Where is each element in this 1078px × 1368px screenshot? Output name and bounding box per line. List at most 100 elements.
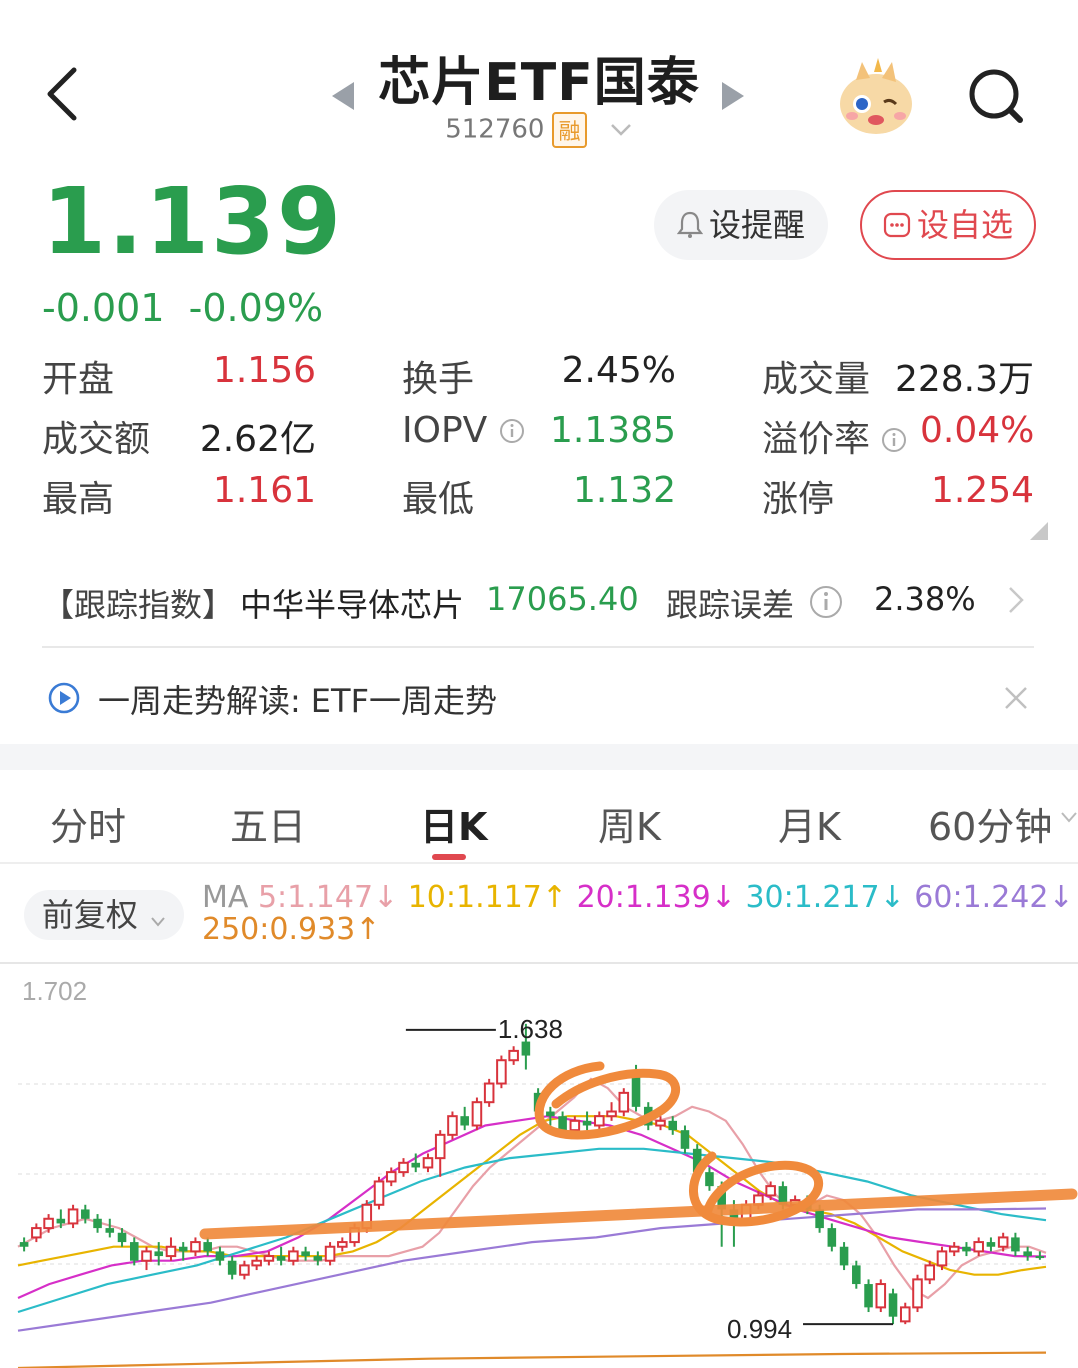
chevron-right-icon[interactable] xyxy=(1006,584,1026,620)
candle-body xyxy=(973,1241,984,1253)
play-icon[interactable] xyxy=(46,680,82,720)
candlestick-chart[interactable]: 1.702 1.638 0.994 xyxy=(0,964,1078,1368)
section-gap xyxy=(0,744,1078,770)
candle-body xyxy=(606,1110,617,1118)
candle-body xyxy=(141,1250,152,1262)
open-value: 1.156 xyxy=(212,350,316,391)
weekly-trend-row[interactable]: 一周走势解读: ETF一周走势 xyxy=(98,676,497,722)
candle-body xyxy=(483,1082,495,1104)
candle-body xyxy=(827,1228,837,1247)
candle-body xyxy=(31,1227,42,1239)
candle-body xyxy=(81,1209,90,1219)
turnover-value: 2.45% xyxy=(561,350,676,391)
candle-body xyxy=(508,1049,519,1062)
search-icon[interactable] xyxy=(966,66,1026,126)
tab-intraday[interactable]: 分时 xyxy=(50,796,126,851)
ma30-line xyxy=(17,1147,1047,1314)
iopv-value: 1.1385 xyxy=(550,410,676,451)
candle-body xyxy=(129,1242,139,1261)
add-watchlist-button[interactable]: 设自选 xyxy=(860,190,1036,260)
set-alert-button[interactable]: 设提醒 xyxy=(654,190,828,260)
divider xyxy=(42,646,1034,648)
adjust-mode-dropdown[interactable]: 前复权 xyxy=(24,890,184,940)
mascot-avatar[interactable] xyxy=(834,58,918,138)
amount-value: 2.62亿 xyxy=(199,419,316,460)
low-value: 1.132 xyxy=(572,470,676,511)
high-label: 最高 xyxy=(42,479,115,520)
candle-body xyxy=(912,1278,923,1309)
candle-body xyxy=(888,1293,898,1317)
candle-body xyxy=(618,1091,630,1113)
candle-body xyxy=(899,1306,911,1323)
tab-five-day[interactable]: 五日 xyxy=(230,796,306,851)
amount-label: 成交额 xyxy=(42,419,151,460)
bell-icon xyxy=(676,192,704,262)
candle-body xyxy=(251,1259,262,1267)
candle-body xyxy=(546,1111,555,1117)
watchlist-icon xyxy=(883,194,911,260)
candle-body xyxy=(986,1242,996,1247)
info-icon[interactable] xyxy=(499,412,525,453)
weekly-trend-text: ETF一周走势 xyxy=(310,682,497,720)
candle-body xyxy=(239,1264,250,1276)
set-alert-label: 设提醒 xyxy=(708,206,805,244)
candle-body xyxy=(460,1116,469,1126)
active-tab-indicator xyxy=(432,854,466,860)
turnover-label: 换手 xyxy=(402,359,475,400)
premium-value: 0.04% xyxy=(920,410,1035,451)
tab-daily-k[interactable]: 日K xyxy=(420,796,487,851)
add-watchlist-label: 设自选 xyxy=(916,206,1013,244)
security-code: 512760 xyxy=(445,114,545,145)
divider xyxy=(0,862,1078,864)
low-annotation: 0.994 xyxy=(727,1314,792,1344)
ma10-value: 10:1.117↑ xyxy=(407,880,568,915)
tab-monthly-k[interactable]: 月K xyxy=(778,796,841,851)
change-value: -0.001 xyxy=(42,286,165,330)
candle-body xyxy=(936,1250,948,1267)
expand-corner-icon[interactable] xyxy=(1030,522,1048,544)
candle-body xyxy=(411,1162,421,1168)
candle-body xyxy=(301,1251,310,1257)
info-icon[interactable] xyxy=(881,421,907,462)
change-percent: -0.09% xyxy=(188,286,324,330)
tab-weekly-k[interactable]: 周K xyxy=(598,796,661,851)
tab-60min[interactable]: 60分钟 xyxy=(928,796,1052,851)
candle-body xyxy=(422,1157,434,1169)
candle-body xyxy=(203,1242,212,1252)
candle-body xyxy=(19,1242,29,1247)
high-annotation: 1.638 xyxy=(498,1014,563,1044)
candle-body xyxy=(105,1228,115,1233)
candle-body xyxy=(56,1218,66,1224)
premium-label: 溢价率 xyxy=(762,410,907,462)
ma20-value: 20:1.139↓ xyxy=(576,880,736,915)
chevron-down-icon[interactable] xyxy=(1060,810,1078,829)
candle-body xyxy=(655,1119,666,1127)
limit-value: 1.254 xyxy=(930,470,1034,511)
candle-body xyxy=(434,1133,446,1160)
candle-body xyxy=(582,1120,592,1126)
high-value: 1.161 xyxy=(212,470,316,511)
next-triangle-icon[interactable] xyxy=(722,82,744,110)
ma-legend-row1: MA 5:1.147↓ 10:1.117↑ 20:1.139↓ 30:1.217… xyxy=(202,880,1074,915)
candle-body xyxy=(215,1251,225,1261)
candle-body xyxy=(852,1265,861,1285)
ma30-value: 30:1.217↓ xyxy=(745,880,905,915)
candle-body xyxy=(471,1101,483,1127)
candle-body xyxy=(924,1264,936,1281)
tracking-error-label: 跟踪误差 xyxy=(666,586,795,624)
candle-body xyxy=(178,1246,188,1252)
weekly-trend-label: 一周走势解读: xyxy=(98,682,301,720)
chevron-down-icon[interactable] xyxy=(609,115,633,145)
chevron-down-icon xyxy=(150,892,166,942)
iopv-label-text: IOPV xyxy=(402,410,488,451)
volume-value: 228.3万 xyxy=(894,359,1034,400)
tracking-index-value: 17065.40 xyxy=(486,580,639,618)
close-icon[interactable] xyxy=(1002,684,1030,716)
candle-body xyxy=(165,1245,177,1258)
candle-body xyxy=(154,1251,164,1257)
tracking-index-name[interactable]: 中华半导体芯片 xyxy=(240,580,464,626)
info-icon[interactable] xyxy=(808,584,844,624)
ma250-value: 250:0.933↑ xyxy=(202,912,381,947)
open-label: 开盘 xyxy=(42,359,115,400)
candle-body xyxy=(227,1260,237,1275)
